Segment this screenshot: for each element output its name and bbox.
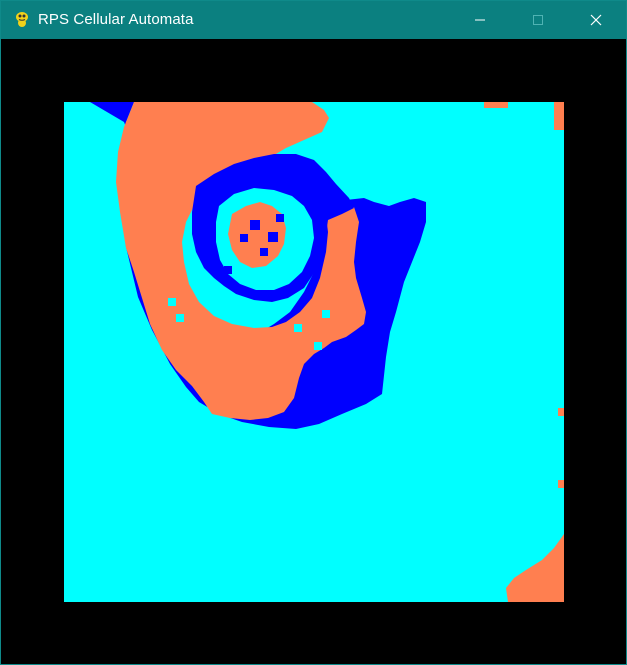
close-button[interactable]	[573, 1, 619, 39]
title-bar[interactable]: RPS Cellular Automata	[1, 1, 626, 39]
cellular-automata-grid[interactable]	[64, 102, 564, 602]
close-icon	[590, 14, 602, 26]
pygame-snake-icon	[16, 12, 28, 27]
app-window: RPS Cellular Automata	[0, 0, 627, 665]
maximize-icon	[533, 15, 543, 25]
game-canvas[interactable]	[1, 39, 626, 664]
minimize-icon	[475, 19, 485, 21]
minimize-button[interactable]	[457, 1, 503, 39]
window-title: RPS Cellular Automata	[38, 11, 194, 28]
maximize-button[interactable]	[515, 1, 561, 39]
